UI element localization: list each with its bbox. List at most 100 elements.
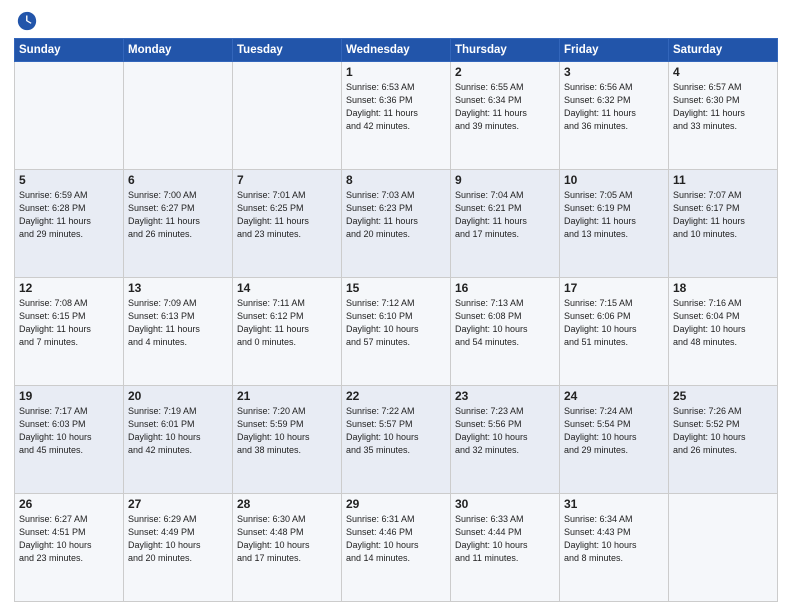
day-cell [15, 62, 124, 170]
col-header-sunday: Sunday [15, 39, 124, 62]
day-cell [669, 494, 778, 602]
day-cell: 25 Sunrise: 7:26 AM Sunset: 5:52 PM Dayli… [669, 386, 778, 494]
day-number: 11 [673, 173, 773, 187]
day-number: 1 [346, 65, 446, 79]
day-info: Sunrise: 7:12 AM Sunset: 6:10 PM Dayligh… [346, 297, 446, 349]
day-info: Sunrise: 7:03 AM Sunset: 6:23 PM Dayligh… [346, 189, 446, 241]
day-cell: 13 Sunrise: 7:09 AM Sunset: 6:13 PM Dayli… [124, 278, 233, 386]
week-row-1: 5 Sunrise: 6:59 AM Sunset: 6:28 PM Daylig… [15, 170, 778, 278]
calendar-header-row: SundayMondayTuesdayWednesdayThursdayFrid… [15, 39, 778, 62]
day-info: Sunrise: 7:24 AM Sunset: 5:54 PM Dayligh… [564, 405, 664, 457]
day-number: 25 [673, 389, 773, 403]
day-info: Sunrise: 7:04 AM Sunset: 6:21 PM Dayligh… [455, 189, 555, 241]
day-info: Sunrise: 7:17 AM Sunset: 6:03 PM Dayligh… [19, 405, 119, 457]
day-number: 28 [237, 497, 337, 511]
day-number: 16 [455, 281, 555, 295]
day-number: 21 [237, 389, 337, 403]
day-cell: 17Sunrise: 7:15 AM Sunset: 6:06 PM Dayli… [560, 278, 669, 386]
day-cell: 29 Sunrise: 6:31 AM Sunset: 4:46 PM Dayli… [342, 494, 451, 602]
day-number: 13 [128, 281, 228, 295]
day-number: 30 [455, 497, 555, 511]
day-info: Sunrise: 7:08 AM Sunset: 6:15 PM Dayligh… [19, 297, 119, 349]
day-info: Sunrise: 6:59 AM Sunset: 6:28 PM Dayligh… [19, 189, 119, 241]
day-number: 5 [19, 173, 119, 187]
day-cell: 5 Sunrise: 6:59 AM Sunset: 6:28 PM Daylig… [15, 170, 124, 278]
day-number: 14 [237, 281, 337, 295]
day-number: 23 [455, 389, 555, 403]
day-info: Sunrise: 7:09 AM Sunset: 6:13 PM Dayligh… [128, 297, 228, 349]
day-info: Sunrise: 7:26 AM Sunset: 5:52 PM Dayligh… [673, 405, 773, 457]
day-cell: 18 Sunrise: 7:16 AM Sunset: 6:04 PM Dayli… [669, 278, 778, 386]
day-info: Sunrise: 6:33 AM Sunset: 4:44 PM Dayligh… [455, 513, 555, 565]
day-number: 20 [128, 389, 228, 403]
week-row-3: 19Sunrise: 7:17 AM Sunset: 6:03 PM Dayli… [15, 386, 778, 494]
day-info: Sunrise: 6:56 AM Sunset: 6:32 PM Dayligh… [564, 81, 664, 133]
day-info: Sunrise: 7:20 AM Sunset: 5:59 PM Dayligh… [237, 405, 337, 457]
day-cell: 12 Sunrise: 7:08 AM Sunset: 6:15 PM Dayli… [15, 278, 124, 386]
day-number: 9 [455, 173, 555, 187]
day-number: 8 [346, 173, 446, 187]
day-info: Sunrise: 7:15 AM Sunset: 6:06 PM Dayligh… [564, 297, 664, 349]
day-info: Sunrise: 6:29 AM Sunset: 4:49 PM Dayligh… [128, 513, 228, 565]
day-cell: 9 Sunrise: 7:04 AM Sunset: 6:21 PM Daylig… [451, 170, 560, 278]
day-info: Sunrise: 7:13 AM Sunset: 6:08 PM Dayligh… [455, 297, 555, 349]
week-row-4: 26Sunrise: 6:27 AM Sunset: 4:51 PM Dayli… [15, 494, 778, 602]
day-number: 27 [128, 497, 228, 511]
day-cell: 28Sunrise: 6:30 AM Sunset: 4:48 PM Dayli… [233, 494, 342, 602]
col-header-thursday: Thursday [451, 39, 560, 62]
day-info: Sunrise: 7:11 AM Sunset: 6:12 PM Dayligh… [237, 297, 337, 349]
day-cell: 2 Sunrise: 6:55 AM Sunset: 6:34 PM Daylig… [451, 62, 560, 170]
day-number: 26 [19, 497, 119, 511]
day-cell: 10 Sunrise: 7:05 AM Sunset: 6:19 PM Dayli… [560, 170, 669, 278]
day-number: 31 [564, 497, 664, 511]
day-info: Sunrise: 7:22 AM Sunset: 5:57 PM Dayligh… [346, 405, 446, 457]
day-cell: 24 Sunrise: 7:24 AM Sunset: 5:54 PM Dayli… [560, 386, 669, 494]
day-info: Sunrise: 7:00 AM Sunset: 6:27 PM Dayligh… [128, 189, 228, 241]
day-cell: 1Sunrise: 6:53 AM Sunset: 6:36 PM Daylig… [342, 62, 451, 170]
day-number: 3 [564, 65, 664, 79]
day-number: 22 [346, 389, 446, 403]
day-info: Sunrise: 6:55 AM Sunset: 6:34 PM Dayligh… [455, 81, 555, 133]
col-header-tuesday: Tuesday [233, 39, 342, 62]
col-header-friday: Friday [560, 39, 669, 62]
day-number: 4 [673, 65, 773, 79]
day-info: Sunrise: 7:16 AM Sunset: 6:04 PM Dayligh… [673, 297, 773, 349]
col-header-monday: Monday [124, 39, 233, 62]
day-cell: 3 Sunrise: 6:56 AM Sunset: 6:32 PM Daylig… [560, 62, 669, 170]
day-cell: 8 Sunrise: 7:03 AM Sunset: 6:23 PM Daylig… [342, 170, 451, 278]
day-cell: 11Sunrise: 7:07 AM Sunset: 6:17 PM Dayli… [669, 170, 778, 278]
day-cell: 23 Sunrise: 7:23 AM Sunset: 5:56 PM Dayli… [451, 386, 560, 494]
page: SundayMondayTuesdayWednesdayThursdayFrid… [0, 0, 792, 612]
day-number: 18 [673, 281, 773, 295]
day-number: 7 [237, 173, 337, 187]
day-info: Sunrise: 6:31 AM Sunset: 4:46 PM Dayligh… [346, 513, 446, 565]
day-info: Sunrise: 6:57 AM Sunset: 6:30 PM Dayligh… [673, 81, 773, 133]
day-cell: 31 Sunrise: 6:34 AM Sunset: 4:43 PM Dayli… [560, 494, 669, 602]
logo [14, 10, 38, 32]
day-number: 2 [455, 65, 555, 79]
day-cell: 20Sunrise: 7:19 AM Sunset: 6:01 PM Dayli… [124, 386, 233, 494]
day-cell: 16 Sunrise: 7:13 AM Sunset: 6:08 PM Dayli… [451, 278, 560, 386]
day-number: 15 [346, 281, 446, 295]
day-info: Sunrise: 6:34 AM Sunset: 4:43 PM Dayligh… [564, 513, 664, 565]
calendar-table: SundayMondayTuesdayWednesdayThursdayFrid… [14, 38, 778, 602]
day-cell: 19Sunrise: 7:17 AM Sunset: 6:03 PM Dayli… [15, 386, 124, 494]
day-cell: 14 Sunrise: 7:11 AM Sunset: 6:12 PM Dayli… [233, 278, 342, 386]
day-info: Sunrise: 7:23 AM Sunset: 5:56 PM Dayligh… [455, 405, 555, 457]
day-cell: 26Sunrise: 6:27 AM Sunset: 4:51 PM Dayli… [15, 494, 124, 602]
day-cell [124, 62, 233, 170]
day-cell: 7Sunrise: 7:01 AM Sunset: 6:25 PM Daylig… [233, 170, 342, 278]
day-cell: 4 Sunrise: 6:57 AM Sunset: 6:30 PM Daylig… [669, 62, 778, 170]
day-cell: 22 Sunrise: 7:22 AM Sunset: 5:57 PM Dayli… [342, 386, 451, 494]
day-number: 24 [564, 389, 664, 403]
day-number: 10 [564, 173, 664, 187]
day-info: Sunrise: 7:05 AM Sunset: 6:19 PM Dayligh… [564, 189, 664, 241]
day-cell: 27 Sunrise: 6:29 AM Sunset: 4:49 PM Dayli… [124, 494, 233, 602]
day-number: 29 [346, 497, 446, 511]
logo-icon [16, 10, 38, 32]
week-row-0: 1Sunrise: 6:53 AM Sunset: 6:36 PM Daylig… [15, 62, 778, 170]
day-cell: 15 Sunrise: 7:12 AM Sunset: 6:10 PM Dayli… [342, 278, 451, 386]
day-number: 12 [19, 281, 119, 295]
week-row-2: 12 Sunrise: 7:08 AM Sunset: 6:15 PM Dayli… [15, 278, 778, 386]
day-cell: 21 Sunrise: 7:20 AM Sunset: 5:59 PM Dayli… [233, 386, 342, 494]
